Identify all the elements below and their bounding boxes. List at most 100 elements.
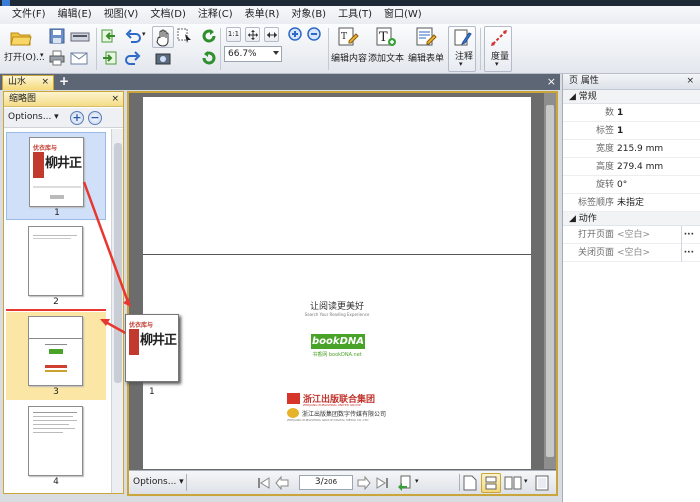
page-layout-dropdown-icon[interactable]: ▾ — [524, 477, 528, 485]
menu-view[interactable]: 视图(V) — [98, 7, 145, 23]
thumbnail-options-menu[interactable]: Options... ▾ — [8, 112, 59, 122]
more-options-icon[interactable]: ··· — [684, 226, 694, 244]
scrollbar-thumb[interactable] — [114, 143, 122, 383]
scanner-icon — [70, 32, 90, 42]
zoom-select[interactable]: 66.7% — [224, 46, 282, 62]
hand-tool-button[interactable] — [152, 26, 174, 48]
property-row-open-page[interactable]: 打开页面 <空白> ··· — [563, 226, 700, 244]
edit-form-button[interactable] — [414, 26, 438, 48]
select-text-button[interactable] — [176, 27, 194, 45]
more-options-icon[interactable]: ··· — [684, 244, 694, 262]
rotate-clockwise-button[interactable] — [200, 27, 218, 45]
undo-icon — [125, 29, 141, 43]
section-actions[interactable]: ◢ 动作 — [563, 212, 700, 226]
snapshot-button[interactable] — [154, 49, 172, 67]
menu-comment[interactable]: 注释(C) — [192, 7, 239, 23]
previous-view-icon[interactable] — [397, 475, 413, 491]
property-row-label[interactable]: 标签 1 — [563, 122, 700, 140]
row-separator — [681, 226, 682, 244]
thumbnail-scrollbar[interactable] — [111, 129, 123, 493]
rotate-ccw-icon — [202, 51, 216, 65]
close-panel-icon[interactable]: × — [111, 92, 119, 106]
add-text-button[interactable]: T — [374, 26, 398, 48]
facing-view-icon[interactable] — [504, 476, 522, 490]
page-slogan-sub: Search Your Reading Experience — [304, 312, 370, 317]
page-number-input[interactable]: 3/206 — [299, 475, 353, 490]
menu-object[interactable]: 对象(B) — [285, 7, 332, 23]
back-button[interactable] — [100, 27, 118, 45]
menu-tools[interactable]: 工具(T) — [332, 7, 378, 23]
dragged-thumbnail[interactable]: 优衣库与 柳井正 — [125, 314, 179, 382]
property-row-rotation[interactable]: 旋转 0° — [563, 176, 700, 194]
property-row-width[interactable]: 宽度 215.9 mm — [563, 140, 700, 158]
thumbnail-page-1[interactable]: 优衣库与 柳井正 1 — [6, 132, 106, 220]
menu-edit[interactable]: 编辑(E) — [52, 7, 98, 23]
print-button[interactable] — [48, 49, 66, 67]
property-key: 宽度 — [595, 144, 614, 154]
undo-button[interactable] — [124, 27, 142, 45]
rotate-counter-button[interactable] — [200, 49, 218, 67]
fit-window-icon[interactable] — [535, 475, 549, 491]
thumbnail-page-number: 3 — [53, 387, 59, 397]
continuous-view-button[interactable] — [481, 473, 501, 493]
document-vertical-scrollbar[interactable] — [544, 93, 556, 469]
open-button[interactable] — [8, 27, 34, 49]
thumbnail-page-3[interactable]: 3 — [6, 309, 106, 400]
scrollbar-thumb[interactable] — [546, 105, 554, 457]
property-value: 1 — [617, 126, 624, 136]
undo-dropdown-icon[interactable]: ▾ — [142, 30, 146, 38]
previous-page-icon[interactable] — [275, 476, 289, 490]
redo-button[interactable] — [124, 49, 142, 67]
actual-size-button[interactable]: 1:1 — [226, 27, 241, 42]
annotate-button[interactable]: 注释 ▾ — [448, 26, 476, 72]
document-viewport[interactable]: 让阅读更美好 Search Your Reading Experience bo… — [127, 91, 558, 496]
fit-width-button[interactable] — [264, 27, 279, 42]
add-tab-button[interactable]: + — [58, 75, 70, 88]
zoom-in-button[interactable] — [287, 26, 305, 44]
single-page-view-icon[interactable] — [463, 475, 477, 491]
thumbnail-page-number: 4 — [53, 477, 59, 487]
menu-file[interactable]: 文件(F) — [6, 7, 52, 23]
cover-red-block — [33, 152, 44, 178]
section-general[interactable]: ◢ 常规 — [563, 90, 700, 104]
bookdna-caption: 书香网 bookDNA.net — [312, 352, 362, 358]
view-history-dropdown-icon[interactable]: ▾ — [415, 477, 419, 485]
property-row-tab-order[interactable]: 标签顺序 未指定 — [563, 194, 700, 212]
forward-button[interactable] — [100, 49, 118, 67]
measure-button[interactable]: 度量 ▾ — [484, 26, 512, 72]
property-key: 标签 — [595, 126, 614, 136]
email-icon — [70, 52, 88, 65]
add-text-label[interactable]: 添加文本 — [368, 51, 404, 64]
close-document-icon[interactable]: × — [547, 75, 556, 88]
edit-content-label[interactable]: 编辑内容 — [331, 51, 367, 64]
document-tab-strip: 山水 × + × — [0, 74, 560, 90]
save-button[interactable] — [48, 27, 66, 45]
last-page-icon[interactable] — [375, 476, 389, 490]
thumbnail-page-2[interactable]: 2 — [6, 222, 106, 310]
document-tab[interactable]: 山水 × — [2, 75, 54, 90]
view-options-menu[interactable]: Options... ▾ — [133, 477, 184, 487]
zoom-out-icon — [307, 27, 321, 41]
menu-window[interactable]: 窗口(W) — [378, 7, 428, 23]
zoom-in-icon — [288, 27, 302, 41]
property-row-height[interactable]: 高度 279.4 mm — [563, 158, 700, 176]
edit-form-label[interactable]: 编辑表单 — [408, 51, 444, 64]
edit-content-button[interactable]: T — [336, 26, 360, 48]
menu-document[interactable]: 文档(D) — [144, 7, 192, 23]
thumbnail-zoom-in-icon[interactable]: + — [70, 111, 84, 125]
close-panel-icon[interactable]: × — [686, 74, 694, 89]
property-row-number[interactable]: 数 1 — [563, 104, 700, 122]
scan-button[interactable] — [68, 27, 92, 45]
zoom-out-button[interactable] — [306, 26, 324, 44]
fit-page-button[interactable] — [245, 27, 260, 42]
thumbnail-page-4[interactable]: 4 — [6, 402, 106, 490]
first-page-icon[interactable] — [257, 476, 271, 490]
thumbnail-zoom-out-icon[interactable]: − — [88, 111, 102, 125]
property-row-close-page[interactable]: 关闭页面 <空白> ··· — [563, 244, 700, 262]
next-page-icon[interactable] — [357, 476, 371, 490]
open-label[interactable]: 打开(O)... — [4, 50, 45, 63]
thumbnail-image — [28, 406, 83, 476]
menu-form[interactable]: 表单(R) — [239, 7, 286, 23]
email-button[interactable] — [68, 49, 90, 67]
close-tab-icon[interactable]: × — [41, 76, 49, 89]
